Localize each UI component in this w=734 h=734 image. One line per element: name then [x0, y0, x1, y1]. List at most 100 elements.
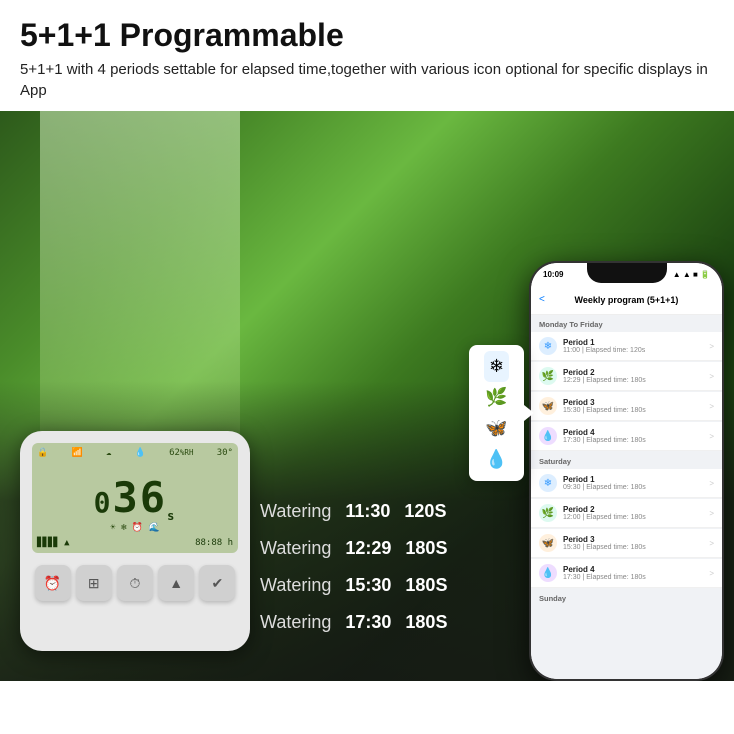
- btn-timer[interactable]: ⏱: [117, 565, 153, 601]
- period-sat-text-1: Period 1 09:30 | Elapsed time: 180s: [563, 475, 709, 491]
- screen-icons-top: 🔒 📶 ☁ 💧 62%RH 30°: [37, 448, 233, 458]
- chevron-icon-4: >: [709, 432, 714, 441]
- period-sat-name-1: Period 1: [563, 475, 709, 484]
- schedule-label-4: Watering: [260, 612, 331, 633]
- period-icon-2: 🌿: [539, 367, 557, 385]
- temp-value: 30°: [217, 448, 233, 458]
- chevron-icon-3: >: [709, 402, 714, 411]
- period-icon-3: 🦋: [539, 397, 557, 415]
- schedule-info: Watering 11:30 120S Watering 12:29 180S …: [260, 493, 434, 641]
- period-sat-icon-1: ❄: [539, 474, 557, 492]
- phone-screen-title: Weekly program (5+1+1): [575, 295, 679, 305]
- schedule-time-2: 12:29: [345, 538, 391, 559]
- chevron-icon-1: >: [709, 342, 714, 351]
- period-icon-4: 💧: [539, 427, 557, 445]
- period-sat-2[interactable]: 🌿 Period 2 12:00 | Elapsed time: 180s >: [531, 499, 722, 528]
- phone-time: 10:09: [543, 270, 563, 279]
- phone-signal: ▲ ▲ ■ 🔋: [673, 270, 710, 279]
- period-icon-1: ❄: [539, 337, 557, 355]
- lock-icon: 🔒: [37, 448, 48, 458]
- popup-arrow: [524, 405, 534, 421]
- phone-app-header: < Weekly program (5+1+1): [531, 285, 722, 315]
- schedule-time-4: 17:30: [345, 612, 391, 633]
- schedule-row-4: Watering 17:30 180S: [260, 604, 434, 641]
- period-sat-name-4: Period 4: [563, 565, 709, 574]
- device-screen: 🔒 📶 ☁ 💧 62%RH 30° 036s ☀ ❄ ⏰ 🌊 ▊▊▊▊ ▲ 88…: [32, 443, 238, 553]
- period-detail-4: 17:30 | Elapsed time: 180s: [563, 437, 709, 444]
- main-area: 🔒 📶 ☁ 💧 62%RH 30° 036s ☀ ❄ ⏰ 🌊 ▊▊▊▊ ▲ 88…: [0, 111, 734, 681]
- chevron-sat-1: >: [709, 479, 714, 488]
- period-name-1: Period 1: [563, 338, 709, 347]
- chevron-sat-4: >: [709, 569, 714, 578]
- humidity-value: 62%RH: [169, 448, 193, 458]
- schedule-label-3: Watering: [260, 575, 331, 596]
- schedule-time-1: 11:30: [345, 501, 390, 522]
- popup-icon-bug[interactable]: 🦋: [480, 413, 512, 444]
- section-label-saturday: Saturday: [531, 452, 722, 468]
- period-name-4: Period 4: [563, 428, 709, 437]
- chevron-icon-2: >: [709, 372, 714, 381]
- schedule-time-3: 15:30: [345, 575, 391, 596]
- period-weekday-3[interactable]: 🦋 Period 3 15:30 | Elapsed time: 180s >: [531, 392, 722, 421]
- header: 5+1+1 Programmable 5+1+1 with 4 periods …: [0, 0, 734, 111]
- section-label-sunday: Sunday: [531, 589, 722, 605]
- period-weekday-2[interactable]: 🌿 Period 2 12:29 | Elapsed time: 180s >: [531, 362, 722, 391]
- period-sat-detail-2: 12:00 | Elapsed time: 180s: [563, 514, 709, 521]
- phone-mockup: 10:09 ▲ ▲ ■ 🔋 < Weekly program (5+1+1) M…: [529, 261, 724, 681]
- popup-icon-water[interactable]: 💧: [480, 444, 512, 475]
- page-title: 5+1+1 Programmable: [20, 18, 714, 53]
- period-sat-detail-3: 15:30 | Elapsed time: 180s: [563, 544, 709, 551]
- timer-device: 🔒 📶 ☁ 💧 62%RH 30° 036s ☀ ❄ ⏰ 🌊 ▊▊▊▊ ▲ 88…: [20, 431, 250, 651]
- period-text-4: Period 4 17:30 | Elapsed time: 180s: [563, 428, 709, 444]
- screen-sub-info: ☀ ❄ ⏰ 🌊: [110, 523, 160, 533]
- period-sat-text-4: Period 4 17:30 | Elapsed time: 180s: [563, 565, 709, 581]
- period-detail-3: 15:30 | Elapsed time: 180s: [563, 407, 709, 414]
- period-text-1: Period 1 11:00 | Elapsed time: 120s: [563, 338, 709, 354]
- popup-icon-snow[interactable]: ❄: [484, 351, 509, 382]
- period-name-2: Period 2: [563, 368, 709, 377]
- period-weekday-4[interactable]: 💧 Period 4 17:30 | Elapsed time: 180s >: [531, 422, 722, 451]
- period-detail-2: 12:29 | Elapsed time: 180s: [563, 377, 709, 384]
- period-name-3: Period 3: [563, 398, 709, 407]
- schedule-row-2: Watering 12:29 180S: [260, 530, 434, 567]
- back-button[interactable]: <: [539, 294, 545, 305]
- schedule-duration-3: 180S: [405, 575, 447, 596]
- btn-up[interactable]: ▲: [158, 565, 194, 601]
- popup-icon-leaf[interactable]: 🌿: [480, 382, 512, 413]
- period-sat-text-3: Period 3 15:30 | Elapsed time: 180s: [563, 535, 709, 551]
- period-sat-detail-4: 17:30 | Elapsed time: 180s: [563, 574, 709, 581]
- cloud-icon: ☁: [106, 448, 111, 458]
- schedule-row-3: Watering 15:30 180S: [260, 567, 434, 604]
- period-text-3: Period 3 15:30 | Elapsed time: 180s: [563, 398, 709, 414]
- period-sat-icon-4: 💧: [539, 564, 557, 582]
- period-sat-icon-3: 🦋: [539, 534, 557, 552]
- schedule-label-1: Watering: [260, 501, 331, 522]
- schedule-duration-2: 180S: [405, 538, 447, 559]
- schedule-duration-1: 120S: [404, 501, 446, 522]
- period-sat-4[interactable]: 💧 Period 4 17:30 | Elapsed time: 180s >: [531, 559, 722, 588]
- period-sat-icon-2: 🌿: [539, 504, 557, 522]
- icon-popup: ❄ 🌿 🦋 💧: [469, 345, 524, 481]
- battery-icon: ▊▊▊▊ ▲: [37, 538, 70, 548]
- btn-menu[interactable]: ⊞: [76, 565, 112, 601]
- period-sat-name-3: Period 3: [563, 535, 709, 544]
- screen-time-display: 036s: [94, 473, 177, 523]
- humidity-icon: 💧: [135, 448, 146, 458]
- chevron-sat-2: >: [709, 509, 714, 518]
- timer-display: 88:88 h: [195, 538, 233, 548]
- period-sat-detail-1: 09:30 | Elapsed time: 180s: [563, 484, 709, 491]
- wifi-icon: 📶: [71, 448, 82, 458]
- schedule-duration-4: 180S: [405, 612, 447, 633]
- btn-clock[interactable]: ⏰: [35, 565, 71, 601]
- page-subtitle: 5+1+1 with 4 periods settable for elapse…: [20, 59, 714, 101]
- period-sat-1[interactable]: ❄ Period 1 09:30 | Elapsed time: 180s >: [531, 469, 722, 498]
- period-sat-3[interactable]: 🦋 Period 3 15:30 | Elapsed time: 180s >: [531, 529, 722, 558]
- screen-icons-row: ☀ ❄ ⏰ 🌊: [110, 523, 160, 533]
- section-label-weekdays: Monday To Friday: [531, 315, 722, 331]
- chevron-sat-3: >: [709, 539, 714, 548]
- btn-confirm[interactable]: ✔: [199, 565, 235, 601]
- period-weekday-1[interactable]: ❄ Period 1 11:00 | Elapsed time: 120s >: [531, 332, 722, 361]
- period-detail-1: 11:00 | Elapsed time: 120s: [563, 347, 709, 354]
- period-sat-text-2: Period 2 12:00 | Elapsed time: 180s: [563, 505, 709, 521]
- screen-bottom-bar: ▊▊▊▊ ▲ 88:88 h: [37, 538, 233, 548]
